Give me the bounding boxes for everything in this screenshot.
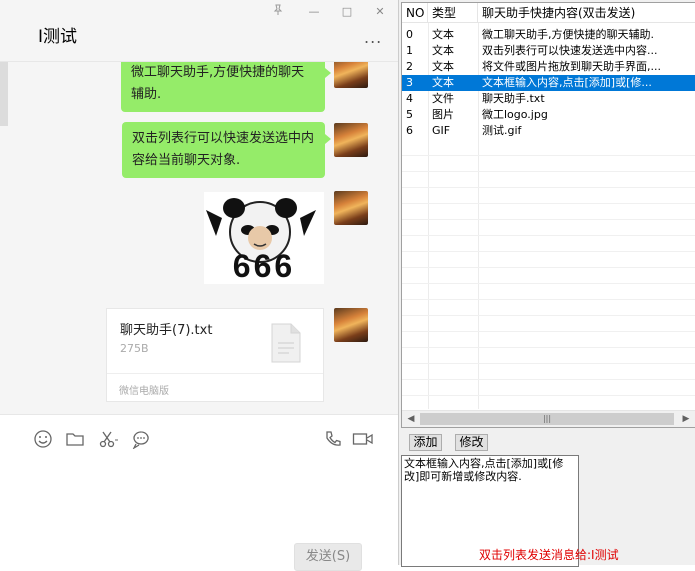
- list-header: NO 类型 聊天助手快捷内容(双击发送): [402, 3, 695, 23]
- row-content: 测试.gif: [482, 124, 522, 137]
- row-no: 0: [406, 28, 413, 41]
- list-row[interactable]: 1 文本 双击列表行可以快速发送选中内容...: [402, 43, 695, 59]
- grid-line: [402, 347, 695, 348]
- phone-icon[interactable]: [323, 429, 343, 449]
- more-button[interactable]: ...: [364, 30, 382, 46]
- scroll-right-arrow[interactable]: ▶: [678, 412, 694, 426]
- chat-header: I测试 — □ ✕ ...: [0, 0, 398, 62]
- grid-line: [402, 331, 695, 332]
- row-type: 文本: [432, 28, 454, 41]
- row-content: 微工聊天助手,方便快捷的聊天辅助.: [482, 28, 654, 41]
- avatar[interactable]: [334, 191, 368, 225]
- row-content: 微工logo.jpg: [482, 108, 548, 121]
- list-row[interactable]: 4 文件 聊天助手.txt: [402, 91, 695, 107]
- emoji-icon[interactable]: [33, 429, 53, 449]
- row-type: GIF: [432, 124, 451, 137]
- row-no: 4: [406, 92, 413, 105]
- close-button[interactable]: ✕: [372, 4, 388, 20]
- chat-window: I测试 — □ ✕ ... 微工聊天助手,方便快捷的聊天辅助. 双击列表行可以快…: [0, 0, 398, 571]
- row-no: 6: [406, 124, 413, 137]
- grid-line: [402, 219, 695, 220]
- message-bubble[interactable]: 双击列表行可以快速发送选中内容给当前聊天对象.: [122, 122, 331, 178]
- avatar[interactable]: [334, 62, 368, 88]
- list-row[interactable]: 2 文本 将文件或图片拖放到聊天助手界面,...: [402, 59, 695, 75]
- file-size: 275B: [120, 342, 149, 355]
- horizontal-scrollbar[interactable]: ◀ ||| ▶: [402, 410, 695, 427]
- scrollbar-thumb[interactable]: |||: [420, 413, 674, 425]
- scroll-left-arrow[interactable]: ◀: [403, 412, 419, 426]
- avatar[interactable]: [334, 308, 368, 342]
- grid-line: [402, 363, 695, 364]
- row-type: 文本: [432, 76, 454, 89]
- minimize-button[interactable]: —: [306, 4, 322, 20]
- grid-line: [402, 203, 695, 204]
- message-input-area[interactable]: 发送(S): [0, 414, 398, 571]
- sticker-text: 666: [232, 248, 296, 284]
- maximize-button[interactable]: □: [339, 4, 355, 20]
- chat-title: I测试: [38, 27, 78, 47]
- message-text: 微工聊天助手,方便快捷的聊天辅助.: [131, 65, 305, 102]
- avatar[interactable]: [334, 123, 368, 157]
- row-type: 文本: [432, 60, 454, 73]
- list-row[interactable]: 0 文本 微工聊天助手,方便快捷的聊天辅助.: [402, 27, 695, 43]
- grid-line: [402, 171, 695, 172]
- grid-line: [402, 299, 695, 300]
- chat-helper-panel: NO 类型 聊天助手快捷内容(双击发送) 0 文本 微工聊天助手,方便快捷的聊天辅助…: [398, 0, 695, 567]
- pin-icon[interactable]: [270, 4, 286, 20]
- add-button[interactable]: 添加: [409, 434, 442, 451]
- row-no: 2: [406, 60, 413, 73]
- row-content: 聊天助手.txt: [482, 92, 545, 105]
- scissors-icon[interactable]: [98, 429, 118, 449]
- grid-line: [402, 251, 695, 252]
- row-type: 文本: [432, 44, 454, 57]
- edit-button[interactable]: 修改: [455, 434, 488, 451]
- grid-line: [402, 267, 695, 268]
- grid-line: [402, 379, 695, 380]
- row-no: 1: [406, 44, 413, 57]
- sticker-image[interactable]: 666: [204, 192, 324, 284]
- column-header-no[interactable]: NO: [402, 3, 428, 23]
- row-content: 文本框输入内容,点击[添加]或[修...: [482, 76, 652, 89]
- file-icon: [271, 323, 301, 363]
- list-row[interactable]: 6 GIF 测试.gif: [402, 123, 695, 139]
- row-type: 文件: [432, 92, 454, 105]
- file-card[interactable]: 聊天助手(7).txt 275B 微信电脑版: [106, 308, 324, 402]
- chat-bubble-icon[interactable]: [131, 429, 151, 450]
- list-row[interactable]: 5 图片 微工logo.jpg: [402, 107, 695, 123]
- grid-line: [402, 283, 695, 284]
- row-no: 5: [406, 108, 413, 121]
- grid-line: [402, 187, 695, 188]
- video-icon[interactable]: [352, 429, 373, 449]
- row-content: 将文件或图片拖放到聊天助手界面,...: [482, 60, 661, 73]
- folder-icon[interactable]: [65, 429, 85, 449]
- row-type: 图片: [432, 108, 454, 121]
- file-name: 聊天助手(7).txt: [120, 323, 213, 338]
- grid-line: [402, 155, 695, 156]
- quick-content-list[interactable]: NO 类型 聊天助手快捷内容(双击发送) 0 文本 微工聊天助手,方便快捷的聊天辅助…: [401, 2, 695, 428]
- grid-line: [402, 315, 695, 316]
- grid-line: [402, 235, 695, 236]
- grid-line: [402, 395, 695, 396]
- file-source: 微信电脑版: [107, 373, 323, 401]
- list-row[interactable]: 3 文本 文本框输入内容,点击[添加]或[修...: [402, 75, 695, 91]
- row-no: 3: [406, 76, 413, 89]
- send-button[interactable]: 发送(S): [294, 543, 362, 571]
- column-header-type[interactable]: 类型: [428, 3, 478, 23]
- message-list[interactable]: 微工聊天助手,方便快捷的聊天辅助. 双击列表行可以快速发送选中内容给当前聊天对象…: [0, 62, 398, 414]
- column-header-content[interactable]: 聊天助手快捷内容(双击发送): [478, 3, 695, 23]
- message-text: 双击列表行可以快速发送选中内容给当前聊天对象.: [132, 131, 315, 168]
- row-content: 双击列表行可以快速发送选中内容...: [482, 44, 658, 57]
- status-text: 双击列表发送消息给:I测试: [479, 548, 619, 562]
- message-bubble[interactable]: 微工聊天助手,方便快捷的聊天辅助.: [121, 62, 331, 112]
